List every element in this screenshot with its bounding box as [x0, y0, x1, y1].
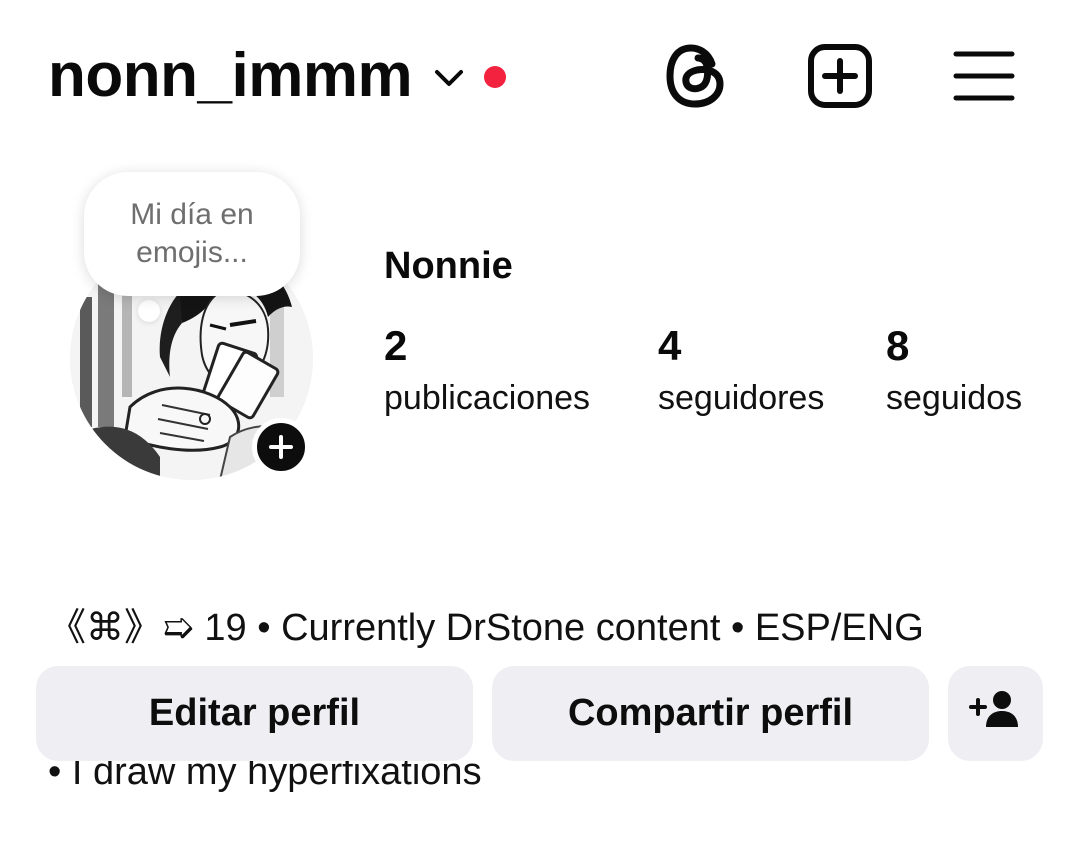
stat-followers[interactable]: 4 seguidores: [658, 322, 824, 418]
create-plus-icon[interactable]: [804, 40, 876, 112]
note-bubble-tail: [138, 300, 160, 322]
stat-following[interactable]: 8 seguidos: [886, 322, 1022, 418]
stat-posts[interactable]: 2 publicaciones: [384, 322, 590, 418]
discover-people-button[interactable]: [948, 666, 1043, 761]
threads-icon[interactable]: [660, 40, 732, 112]
stat-following-count: 8: [886, 322, 910, 369]
account-switcher[interactable]: nonn_immm: [48, 40, 507, 112]
add-person-icon: [968, 689, 1023, 739]
stat-followers-label: seguidores: [658, 379, 825, 417]
note-bubble[interactable]: Mi día en emojis...: [84, 172, 300, 296]
share-profile-button[interactable]: Compartir perfil: [492, 666, 929, 761]
stat-followers-count: 4: [658, 322, 682, 369]
stat-following-label: seguidos: [886, 379, 1023, 417]
stat-posts-label: publicaciones: [384, 379, 591, 417]
bio-line: 《⌘》➯ 19 • Currently DrStone content • ES…: [48, 607, 924, 649]
display-name: Nonnie: [384, 245, 513, 287]
hamburger-menu-icon[interactable]: [948, 40, 1020, 112]
edit-profile-button[interactable]: Editar perfil: [36, 666, 473, 761]
profile-header: nonn_immm: [0, 0, 1080, 150]
note-text: Mi día en emojis...: [130, 198, 254, 269]
chevron-down-icon[interactable]: [434, 68, 464, 88]
notification-dot: [484, 66, 507, 88]
add-story-button[interactable]: [252, 418, 310, 476]
username[interactable]: nonn_immm: [48, 45, 413, 107]
stat-posts-count: 2: [384, 322, 408, 369]
